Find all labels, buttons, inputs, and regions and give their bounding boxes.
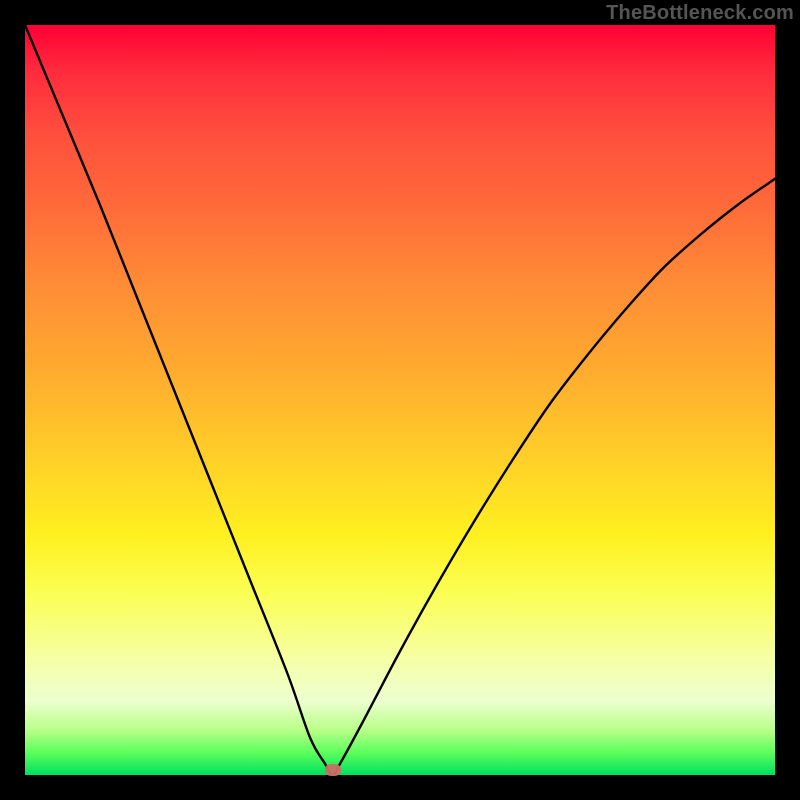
curve-path [25, 25, 775, 775]
optimum-marker [325, 764, 341, 776]
chart-frame [25, 25, 775, 775]
bottleneck-curve [25, 25, 775, 775]
watermark-text: TheBottleneck.com [606, 2, 794, 25]
